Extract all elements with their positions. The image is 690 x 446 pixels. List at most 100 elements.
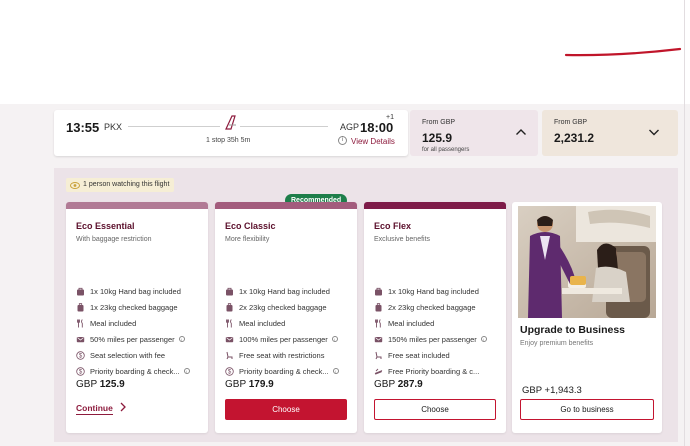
fare-feature: Meal included xyxy=(76,317,136,329)
fare-feature: $ Seat selection with fee xyxy=(76,349,165,361)
watching-text: 1 person watching this flight xyxy=(83,181,170,188)
fare-price: GBP 125.9 xyxy=(76,379,125,390)
fare-card-top-bar xyxy=(66,202,208,209)
miles-icon xyxy=(76,335,85,344)
fare-feature-text: Free seat included xyxy=(388,350,450,360)
price-amount: 2,231.2 xyxy=(554,131,595,145)
fare-feature-text: Free seat with restrictions xyxy=(239,350,325,360)
fare-currency: GBP xyxy=(76,379,100,390)
fare-feature: 100% miles per passenger i xyxy=(225,333,338,345)
watching-badge: 1 person watching this flight xyxy=(66,178,175,192)
next-day-indicator: +1 xyxy=(386,114,394,121)
priority-icon xyxy=(374,367,383,376)
economy-price-tab[interactable]: From GBP 125.9 for all passengers xyxy=(410,110,538,156)
fare-feature-text: 2x 23kg checked baggage xyxy=(239,302,327,312)
fare-feature: $ Priority boarding & check... i xyxy=(225,365,339,377)
info-icon[interactable]: i xyxy=(183,368,190,374)
fare-subtitle: Exclusive benefits xyxy=(374,236,431,243)
go-to-business-button[interactable]: Go to business xyxy=(520,399,654,420)
fare-feature-text: 50% miles per passenger xyxy=(90,334,175,344)
price-from-label: From GBP xyxy=(422,119,456,126)
fare-feature-text: Meal included xyxy=(239,318,286,328)
fare-feature-text: 100% miles per passenger xyxy=(239,334,328,344)
continue-button[interactable]: Continue xyxy=(76,403,113,415)
fare-currency: GBP xyxy=(374,379,398,390)
price-amount: 125.9 xyxy=(422,131,453,145)
business-subtitle: Enjoy premium benefits xyxy=(520,340,594,347)
fare-feature: 1x 10kg Hand bag included xyxy=(76,285,181,297)
eye-icon xyxy=(70,181,80,189)
dollar-icon: $ xyxy=(76,366,85,376)
dollar-icon: $ xyxy=(225,366,234,376)
fare-feature-text: 150% miles per passenger xyxy=(388,334,477,344)
fare-card-top-bar xyxy=(364,202,506,209)
miles-icon xyxy=(225,335,234,344)
fare-amount: 125.9 xyxy=(99,379,125,390)
fare-card-eco-flex: Eco Flex Exclusive benefits 1x 10kg Hand b… xyxy=(364,202,506,433)
business-price-tab[interactable]: From GBP 2,231.2 xyxy=(542,110,678,156)
stop-info: 1 stop 35h 5m xyxy=(206,137,251,144)
red-swoosh-decoration xyxy=(564,47,682,57)
fare-feature-text: Priority boarding & check... xyxy=(90,366,180,376)
info-icon[interactable]: i xyxy=(331,336,338,342)
fare-price: GBP 287.9 xyxy=(374,379,423,390)
cutlery-icon xyxy=(225,318,234,328)
business-cabin-image xyxy=(518,206,656,318)
fare-title: Eco Flex xyxy=(374,221,412,231)
info-icon[interactable]: i xyxy=(332,368,339,374)
choose-button[interactable]: Choose xyxy=(225,399,347,420)
fare-feature-text: 1x 10kg Hand bag included xyxy=(239,286,330,296)
fare-feature-text: Free Priority boarding & c... xyxy=(388,366,480,376)
business-upgrade-card: Upgrade to Business Enjoy premium benefi… xyxy=(512,202,662,433)
fare-feature-text: Meal included xyxy=(90,318,137,328)
fare-options-panel: 1 person watching this flight Recommende… xyxy=(54,168,678,442)
info-icon[interactable]: i xyxy=(480,336,487,342)
fare-feature-text: 2x 23kg checked baggage xyxy=(388,302,476,312)
info-icon[interactable]: i xyxy=(338,136,347,145)
chevron-right-icon[interactable] xyxy=(119,401,127,413)
fare-feature: 2x 23kg checked baggage xyxy=(225,301,327,313)
fare-feature-text: Seat selection with fee xyxy=(90,350,166,360)
fare-amount: 287.9 xyxy=(397,379,423,390)
business-price: GBP +1,943.3 xyxy=(522,385,582,396)
view-details-link[interactable]: View Details xyxy=(351,137,395,146)
seat-icon xyxy=(374,351,383,360)
price-from-label: From GBP xyxy=(554,119,588,126)
arrival-airport-code: AGP xyxy=(340,122,360,132)
departure-airport-code: PKX xyxy=(104,122,123,132)
fare-price: GBP 179.9 xyxy=(225,379,274,390)
fare-feature: Meal included xyxy=(225,317,285,329)
fare-card-top-bar xyxy=(215,202,357,209)
choose-button[interactable]: Choose xyxy=(374,399,496,420)
fare-subtitle: More flexibility xyxy=(225,236,270,243)
right-divider xyxy=(684,0,685,446)
info-icon[interactable]: i xyxy=(178,336,185,342)
fare-feature-text: 1x 10kg Hand bag included xyxy=(90,286,181,296)
chevron-up-icon[interactable] xyxy=(515,127,527,137)
handbag-icon xyxy=(374,287,383,296)
flight-summary-card[interactable]: 13:55 PKX 1 stop 35h 5m AGP 18:00 +1 i V… xyxy=(54,110,408,156)
fare-feature-text: Meal included xyxy=(388,318,435,328)
fare-feature: 2x 23kg checked baggage xyxy=(374,301,476,313)
seat-icon xyxy=(225,351,234,360)
fare-card-eco-essential: Eco Essential With baggage restriction 1x … xyxy=(66,202,208,433)
price-subtext: for all passengers xyxy=(422,147,470,153)
fare-feature: 1x 23kg checked baggage xyxy=(76,301,178,313)
fare-feature: 1x 10kg Hand bag included xyxy=(225,285,330,297)
fare-feature: 150% miles per passenger i xyxy=(374,333,487,345)
fare-feature: $ Priority boarding & check... i xyxy=(76,365,190,377)
miles-icon xyxy=(374,335,383,344)
fare-currency: GBP xyxy=(225,379,249,390)
handbag-icon xyxy=(76,287,85,296)
suitcase-icon xyxy=(225,302,234,312)
fare-title: Eco Essential xyxy=(76,221,135,231)
fare-feature: 50% miles per passenger i xyxy=(76,333,185,345)
fare-feature: Free seat included xyxy=(374,349,450,361)
fare-card-eco-classic: Eco Classic More flexibility 1x 10kg Hand … xyxy=(215,202,357,433)
chevron-down-icon[interactable] xyxy=(648,127,660,137)
fare-feature: Free seat with restrictions xyxy=(225,349,324,361)
dollar-icon: $ xyxy=(76,350,85,360)
fare-feature-text: 1x 23kg checked baggage xyxy=(90,302,178,312)
airline-tail-icon xyxy=(220,115,240,130)
fare-feature: 1x 10kg Hand bag included xyxy=(374,285,479,297)
